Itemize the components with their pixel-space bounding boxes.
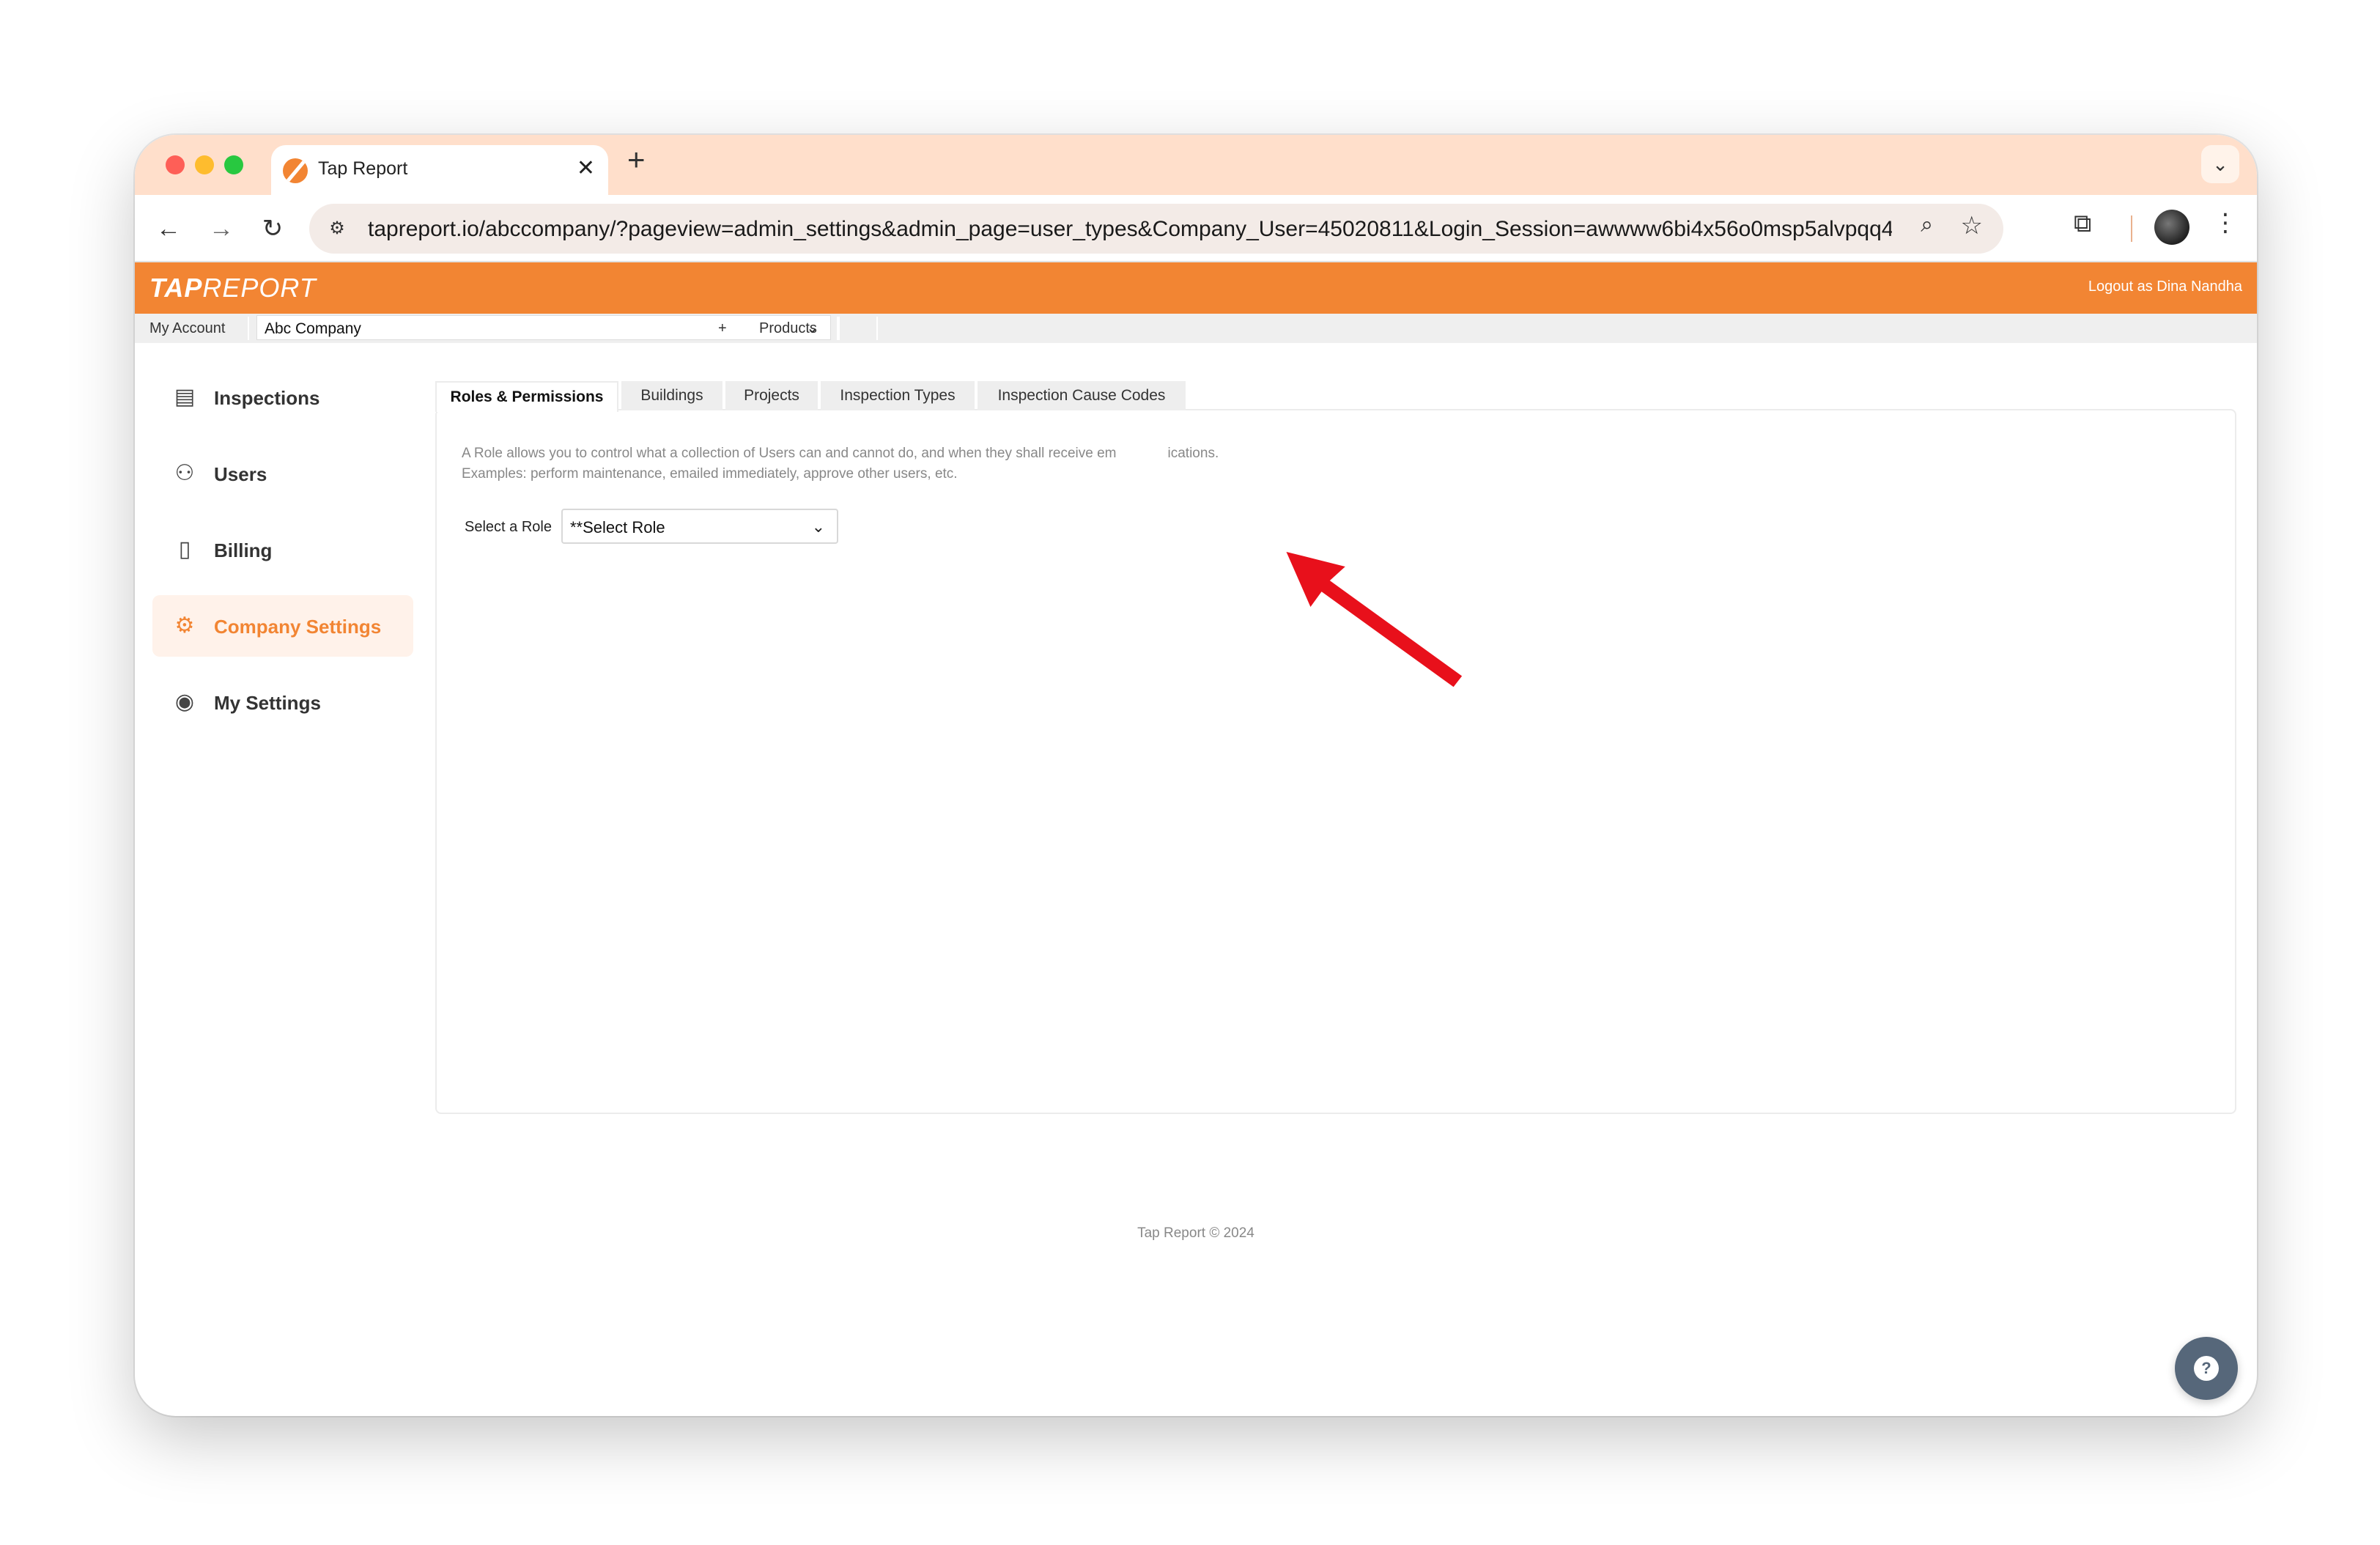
sidebar-item-label: Company Settings [214, 616, 382, 638]
app-header: TAPREPORT Logout as Dina Nandha [135, 262, 2257, 314]
tab-inspection-types[interactable]: Inspection Types [821, 381, 975, 410]
account-bar-divider [838, 317, 840, 340]
forward-arrow-icon[interactable]: → [204, 211, 239, 246]
toolbar-divider [2131, 215, 2132, 242]
company-select[interactable]: Abc Company ⌄ [256, 315, 831, 340]
red-arrow-annotation [1281, 547, 1466, 691]
billing-icon: ▯ [178, 537, 191, 561]
browser-toolbar: ← → ↻ ⚙ tapreport.io/abccompany/?pagevie… [135, 195, 2257, 262]
sidebar-item-label: Users [214, 463, 267, 485]
arrow-shape [1281, 547, 1466, 691]
roles-examples: Examples: perform maintenance, emailed i… [462, 466, 958, 482]
profile-avatar[interactable] [2154, 210, 2189, 245]
help-chat-button[interactable]: ? [2175, 1337, 2238, 1400]
products-link[interactable]: Products [759, 314, 817, 343]
logout-link[interactable]: Logout as Dina Nandha [2088, 279, 2242, 295]
tab-close-icon[interactable]: ✕ [577, 155, 595, 181]
tab-roles-permissions[interactable]: Roles & Permissions [435, 381, 618, 412]
add-company-button[interactable]: + [718, 314, 727, 343]
tab-inspection-cause-codes[interactable]: Inspection Cause Codes [978, 381, 1186, 410]
browser-menu-icon[interactable]: ⋮ [2213, 208, 2238, 237]
site-settings-icon[interactable]: ⚙ [321, 213, 353, 245]
footer-copyright: Tap Report © 2024 [1137, 1225, 1254, 1241]
minimize-window-button[interactable] [195, 155, 214, 174]
browser-window: Tap Report ✕ + ⌄ ← → ↻ ⚙ tapreport.io/ab… [135, 135, 2257, 1416]
account-bar: My Account Abc Company ⌄ + Products [135, 314, 2257, 343]
inspections-icon: ▤ [174, 385, 196, 409]
gear-icon: ⚙ [174, 613, 195, 638]
help-icon: ? [2194, 1356, 2219, 1381]
sidebar-item-my-settings[interactable]: ◉ My Settings [152, 671, 413, 733]
roles-description: A Role allows you to control what a coll… [462, 446, 1219, 461]
user-circle-icon: ◉ [174, 690, 195, 714]
extensions-icon[interactable]: ⧉ [2074, 210, 2091, 238]
url-text[interactable]: tapreport.io/abccompany/?pageview=admin_… [368, 217, 1892, 242]
company-select-value: Abc Company [265, 320, 361, 337]
account-bar-divider [248, 317, 249, 340]
sidebar-item-users[interactable]: ⚇ Users [152, 443, 413, 504]
maximize-window-button[interactable] [224, 155, 243, 174]
sidebar-item-label: Inspections [214, 387, 320, 409]
my-account-link[interactable]: My Account [149, 314, 225, 343]
tab-title: Tap Report [318, 158, 408, 179]
sidebar-item-inspections[interactable]: ▤ Inspections [152, 366, 413, 428]
tapreport-favicon-icon [283, 158, 308, 183]
close-window-button[interactable] [166, 155, 185, 174]
browser-tab[interactable]: Tap Report ✕ [271, 145, 608, 195]
tab-buildings[interactable]: Buildings [621, 381, 722, 410]
tab-search-chevron-icon[interactable]: ⌄ [2201, 145, 2239, 183]
role-select-value: **Select Role [570, 518, 665, 536]
account-bar-divider [876, 317, 878, 340]
back-arrow-icon[interactable]: ← [151, 211, 186, 246]
sidebar-item-company-settings[interactable]: ⚙ Company Settings [152, 595, 413, 657]
sidebar-item-billing[interactable]: ▯ Billing [152, 519, 413, 580]
sidebar-item-label: My Settings [214, 692, 321, 714]
zoom-icon[interactable]: ⌕ [1921, 213, 1933, 237]
tapreport-logo[interactable]: TAPREPORT [149, 273, 317, 303]
new-tab-button[interactable]: + [627, 142, 646, 177]
reload-icon[interactable]: ↻ [255, 211, 290, 246]
bookmark-star-icon[interactable]: ☆ [1961, 211, 1983, 240]
sidebar-item-label: Billing [214, 539, 273, 561]
tab-projects[interactable]: Projects [725, 381, 818, 410]
role-select[interactable]: **Select Role ⌄ [561, 509, 838, 544]
chevron-down-icon: ⌄ [811, 517, 825, 536]
tab-strip: Tap Report ✕ + ⌄ [135, 135, 2257, 195]
select-role-label: Select a Role [465, 519, 552, 535]
users-icon: ⚇ [174, 461, 195, 485]
address-bar[interactable]: ⚙ tapreport.io/abccompany/?pageview=admi… [309, 204, 2003, 254]
